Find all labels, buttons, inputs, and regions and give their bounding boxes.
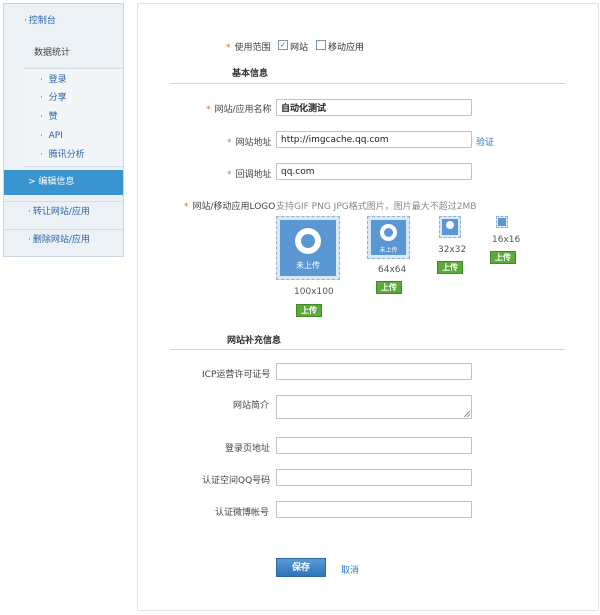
stats-submenu: · 登录 · 分享 · 赞 · API · 腾讯分析 xyxy=(24,68,123,167)
divider xyxy=(170,349,565,350)
required-mark: * xyxy=(227,170,232,180)
logo-circle-inner-shape xyxy=(384,228,393,237)
logo-label-text: 网站/移动应用LOGO xyxy=(192,202,276,212)
logo-size-32: 32x32 xyxy=(438,245,467,255)
bullet-icon: · xyxy=(40,150,43,160)
scope-label: * 使用范围 xyxy=(226,40,271,53)
verify-link[interactable]: 验证 xyxy=(476,135,494,148)
logo-circle-shape xyxy=(446,221,454,229)
bullet-icon: · xyxy=(40,112,43,122)
sidebar-item-label: > 编辑信息 xyxy=(28,177,75,187)
required-mark: * xyxy=(206,105,211,115)
sidebar-subitem-api[interactable]: · API xyxy=(40,129,63,143)
bullet-icon: · xyxy=(40,93,43,103)
logo-size-100: 100x100 xyxy=(294,287,334,297)
extra-info-title: 网站补充信息 xyxy=(227,336,282,346)
logo-placeholder-icon: 未上传 xyxy=(371,220,406,255)
qq-label: 认证空间QQ号码 xyxy=(202,476,271,486)
sidebar-item-stats[interactable]: 数据统计 xyxy=(4,44,123,62)
logo-label: * 网站/移动应用LOGO xyxy=(184,199,275,212)
logo-size-64: 64x64 xyxy=(378,265,407,275)
sidebar-item-label: 控制台 xyxy=(28,16,56,26)
logo-placeholder-icon xyxy=(442,219,458,235)
sidebar-subitem-label: 腾讯分析 xyxy=(48,150,85,160)
logo-preview-64: 未上传 xyxy=(367,216,410,259)
sidebar-item-transfer[interactable]: · 转让网站/应用 xyxy=(4,201,123,221)
scope-label-text: 使用范围 xyxy=(234,43,271,53)
weibo-label: 认证微博帐号 xyxy=(215,508,270,518)
logo-preview-32 xyxy=(439,216,461,238)
sidebar-item-label: 数据统计 xyxy=(34,48,71,58)
sidebar-item-label: 转让网站/应用 xyxy=(32,207,90,217)
sidebar-item-edit-info[interactable]: > 编辑信息 xyxy=(4,170,123,195)
required-mark: * xyxy=(184,202,189,212)
sidebar-subitem-label: 登录 xyxy=(48,75,67,85)
logo-circle-inner-shape xyxy=(301,234,315,248)
scope-mobile-label: 移动应用 xyxy=(328,43,365,53)
url-label: * 网站地址 xyxy=(227,135,272,148)
intro-label: 网站简介 xyxy=(233,401,270,411)
cancel-link[interactable]: 取消 xyxy=(341,563,359,576)
icp-input[interactable] xyxy=(276,363,472,380)
upload-32-button[interactable]: 上传 xyxy=(437,261,463,274)
divider xyxy=(170,83,565,84)
bullet-icon: · xyxy=(28,207,31,217)
sidebar-subitem-label: 分享 xyxy=(48,93,67,103)
sidebar-subitem-like[interactable]: · 赞 xyxy=(40,110,58,124)
logo-preview-16 xyxy=(496,216,508,228)
bullet-icon: · xyxy=(24,16,27,26)
qq-input[interactable] xyxy=(276,469,472,486)
login-url-label: 登录页地址 xyxy=(225,444,271,454)
scope-mobile-checkbox[interactable] xyxy=(316,40,326,50)
logo-placeholder-icon xyxy=(498,218,506,226)
main-panel xyxy=(137,3,599,611)
logo-placeholder-icon: 未上传 xyxy=(280,220,336,276)
icp-label: ICP运营许可证号 xyxy=(202,370,271,380)
sidebar-subitem-analytics[interactable]: · 腾讯分析 xyxy=(40,148,85,162)
logo-not-uploaded-text: 未上传 xyxy=(296,261,320,270)
logo-preview-100: 未上传 xyxy=(276,216,340,280)
required-mark: * xyxy=(227,138,232,148)
url-label-text: 网站地址 xyxy=(235,138,272,148)
upload-100-button[interactable]: 上传 xyxy=(296,304,322,317)
basic-info-title: 基本信息 xyxy=(232,69,269,79)
bullet-icon: · xyxy=(40,75,43,85)
callback-label: * 回调地址 xyxy=(227,167,272,180)
upload-64-button[interactable]: 上传 xyxy=(376,281,402,294)
required-mark: * xyxy=(226,43,231,53)
login-url-input[interactable] xyxy=(276,437,472,454)
logo-size-16: 16x16 xyxy=(492,235,521,245)
bullet-icon: · xyxy=(40,131,43,141)
sidebar-subitem-label: 赞 xyxy=(48,112,58,122)
name-input[interactable] xyxy=(276,99,472,116)
resize-grip-icon[interactable] xyxy=(464,411,470,417)
logo-not-uploaded-text: 未上传 xyxy=(379,247,398,254)
weibo-input[interactable] xyxy=(276,501,472,518)
sidebar-item-label: 删除网站/应用 xyxy=(32,235,90,245)
save-button[interactable]: 保存 xyxy=(276,558,326,577)
name-label: * 网站/应用名称 xyxy=(206,102,272,115)
sidebar-subitem-label: API xyxy=(48,131,63,141)
intro-textarea[interactable] xyxy=(276,395,472,419)
sidebar-subitem-share[interactable]: · 分享 xyxy=(40,91,67,105)
upload-16-button[interactable]: 上传 xyxy=(490,251,516,264)
sidebar-item-console[interactable]: · 控制台 xyxy=(4,12,123,30)
bullet-icon: · xyxy=(28,235,31,245)
logo-hint: 支持GIF PNG JPG格式图片，图片最大不超过2MB xyxy=(276,202,477,212)
sidebar-item-delete[interactable]: · 删除网站/应用 xyxy=(4,229,123,249)
sidebar: · 控制台 数据统计 · 登录 · 分享 · 赞 · API · 腾讯分析 > 编… xyxy=(3,3,124,257)
callback-input[interactable] xyxy=(276,163,472,180)
sidebar-subitem-login[interactable]: · 登录 xyxy=(40,73,67,87)
scope-site-checkbox[interactable]: ✓ xyxy=(278,40,288,50)
scope-site-label: 网站 xyxy=(290,43,309,53)
url-input[interactable] xyxy=(276,131,472,148)
callback-label-text: 回调地址 xyxy=(235,170,272,180)
name-label-text: 网站/应用名称 xyxy=(214,105,272,115)
